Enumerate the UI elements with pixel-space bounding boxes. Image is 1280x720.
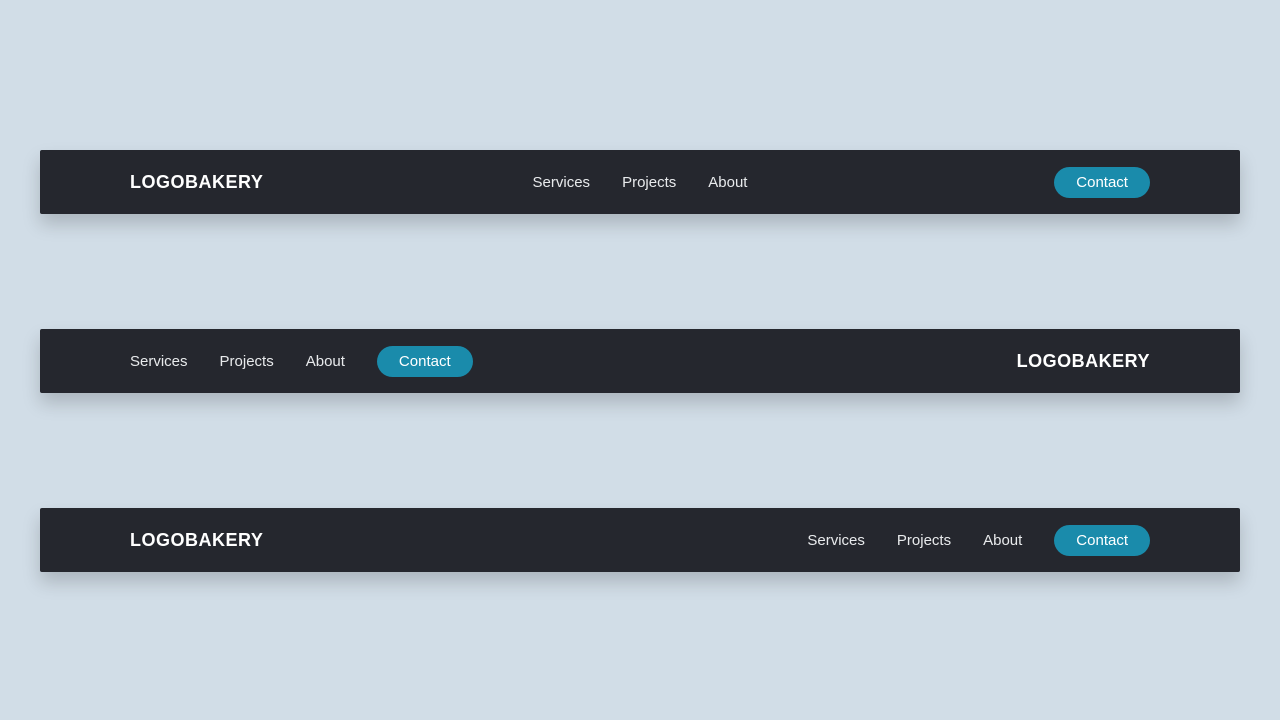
nav-links: Services Projects About [533,174,748,191]
nav-services[interactable]: Services [130,353,188,370]
nav-about[interactable]: About [708,174,747,191]
contact-button[interactable]: Contact [1054,525,1150,556]
nav-services[interactable]: Services [807,532,865,549]
nav-projects[interactable]: Projects [897,532,951,549]
brand-logo[interactable]: LOGOBAKERY [130,530,263,551]
nav-projects[interactable]: Projects [220,353,274,370]
navbar-variant-centered: LOGOBAKERY Services Projects About Conta… [40,150,1240,214]
nav-about[interactable]: About [983,532,1022,549]
brand-logo[interactable]: LOGOBAKERY [1017,351,1150,372]
contact-button[interactable]: Contact [1054,167,1150,198]
navbar-variant-logo-right: Services Projects About Contact LOGOBAKE… [40,329,1240,393]
brand-logo[interactable]: LOGOBAKERY [130,172,263,193]
nav-services[interactable]: Services [533,174,591,191]
nav-links: Services Projects About [130,353,345,370]
navbar-variant-right-aligned: LOGOBAKERY Services Projects About Conta… [40,508,1240,572]
nav-projects[interactable]: Projects [622,174,676,191]
nav-about[interactable]: About [306,353,345,370]
nav-links: Services Projects About [807,532,1022,549]
contact-button[interactable]: Contact [377,346,473,377]
